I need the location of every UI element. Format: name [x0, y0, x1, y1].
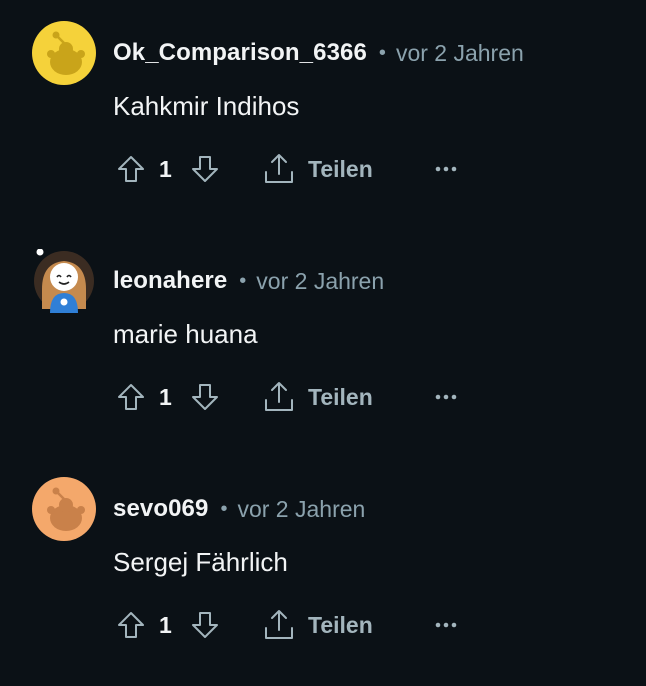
downvote-arrow-icon	[192, 384, 218, 410]
vote-count: 1	[159, 156, 172, 182]
more-dots-icon	[435, 394, 457, 400]
username[interactable]: sevo069	[113, 495, 208, 523]
avatar[interactable]	[32, 477, 96, 541]
comment-actions: 1 Teilen	[113, 377, 513, 417]
share-button[interactable]: Teilen	[262, 605, 373, 645]
snoo-avatar-icon	[32, 477, 96, 541]
custom-snoo-avatar-icon	[34, 248, 94, 313]
upvote-button[interactable]	[113, 149, 149, 189]
comment-text: Kahkmir Indihos	[113, 91, 300, 121]
comment-meta: sevo069 • vor 2 Jahren	[113, 493, 365, 525]
timestamp[interactable]: vor 2 Jahren	[256, 268, 384, 295]
share-icon	[265, 610, 293, 639]
avatar[interactable]	[32, 248, 96, 313]
share-label: Teilen	[308, 611, 373, 638]
upvote-arrow-icon	[118, 384, 144, 410]
comment: Ok_Comparison_6366 • vor 2 Jahren Kahkmi…	[32, 21, 632, 249]
comment-meta: Ok_Comparison_6366 • vor 2 Jahren	[113, 37, 524, 69]
comment: sevo069 • vor 2 Jahren Sergej Fährlich 1…	[32, 477, 632, 686]
vote-count: 1	[159, 612, 172, 638]
more-options-button[interactable]	[431, 377, 461, 417]
share-icon	[265, 154, 293, 183]
timestamp[interactable]: vor 2 Jahren	[237, 496, 365, 523]
username[interactable]: leonahere	[113, 267, 227, 295]
timestamp[interactable]: vor 2 Jahren	[396, 40, 524, 67]
share-label: Teilen	[308, 155, 373, 182]
share-button[interactable]: Teilen	[262, 377, 373, 417]
comment-actions: 1 Teilen	[113, 605, 513, 645]
downvote-arrow-icon	[192, 156, 218, 182]
comment-actions: 1 Teilen	[113, 149, 513, 189]
avatar[interactable]	[32, 21, 96, 85]
more-dots-icon	[435, 622, 457, 628]
more-dots-icon	[435, 166, 457, 172]
vote-count: 1	[159, 384, 172, 410]
share-button[interactable]: Teilen	[262, 149, 373, 189]
comment-text: marie huana	[113, 319, 258, 349]
username[interactable]: Ok_Comparison_6366	[113, 39, 367, 67]
meta-separator: •	[378, 41, 386, 64]
more-options-button[interactable]	[431, 149, 461, 189]
downvote-button[interactable]	[187, 149, 223, 189]
downvote-arrow-icon	[192, 612, 218, 638]
meta-separator: •	[239, 269, 247, 292]
upvote-button[interactable]	[113, 377, 149, 417]
share-icon	[265, 382, 293, 411]
downvote-button[interactable]	[187, 605, 223, 645]
comment: leonahere • vor 2 Jahren marie huana 1 T…	[32, 248, 632, 477]
downvote-button[interactable]	[187, 377, 223, 417]
upvote-arrow-icon	[118, 156, 144, 182]
more-options-button[interactable]	[431, 605, 461, 645]
comment-text: Sergej Fährlich	[113, 547, 288, 577]
snoo-avatar-icon	[32, 21, 96, 85]
meta-separator: •	[220, 497, 228, 520]
upvote-button[interactable]	[113, 605, 149, 645]
upvote-arrow-icon	[118, 612, 144, 638]
share-label: Teilen	[308, 383, 373, 410]
comment-meta: leonahere • vor 2 Jahren	[113, 265, 384, 297]
